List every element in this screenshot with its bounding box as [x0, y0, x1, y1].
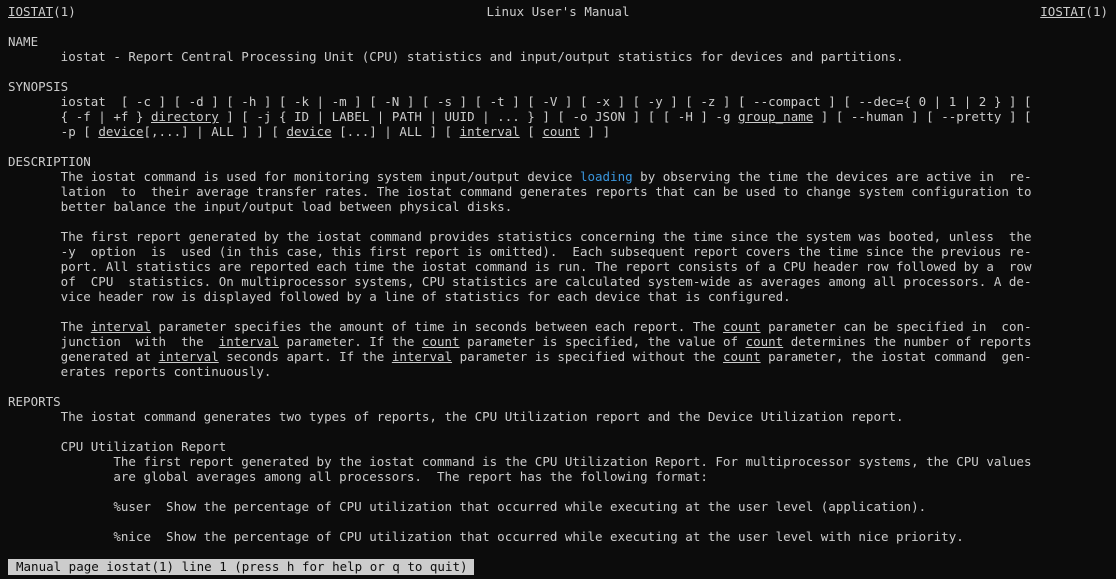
- man-line: SYNOPSIS: [8, 79, 1108, 94]
- man-line: CPU Utilization Report: [8, 439, 1108, 454]
- man-text: { -f | +f }: [8, 109, 151, 124]
- man-line: DESCRIPTION: [8, 154, 1108, 169]
- man-text: -p [: [8, 124, 99, 139]
- man-text: by observing the time the devices are ac…: [632, 169, 1032, 184]
- header-left: IOSTAT(1): [8, 4, 76, 19]
- man-argument: device: [286, 124, 332, 139]
- man-text: lation to their average transfer rates. …: [8, 184, 1032, 199]
- man-line: vice header row is displayed followed by…: [8, 289, 1108, 304]
- man-line: %nice Show the percentage of CPU utiliza…: [8, 529, 1108, 544]
- man-text: ] [ --human ] [ --pretty ] [: [813, 109, 1032, 124]
- man-text: ] [ -j { ID | LABEL | PATH | UUID | ... …: [218, 109, 739, 124]
- man-text: vice header row is displayed followed by…: [8, 289, 791, 304]
- man-line: [8, 214, 1108, 229]
- man-line: better balance the input/output load bet…: [8, 199, 1108, 214]
- man-text: iostat [ -c ] [ -d ] [ -h ] [ -k | -m ] …: [8, 94, 1032, 109]
- man-line: iostat - Report Central Processing Unit …: [8, 49, 1108, 64]
- man-line: [8, 379, 1108, 394]
- man-argument: count: [542, 124, 580, 139]
- man-page-content: NAME iostat - Report Central Processing …: [8, 34, 1108, 544]
- man-text: better balance the input/output load bet…: [8, 199, 513, 214]
- man-line: The iostat command is used for monitorin…: [8, 169, 1108, 184]
- man-line: generated at interval seconds apart. If …: [8, 349, 1108, 364]
- pager-status-line: Manual page iostat(1) line 1 (press h fo…: [8, 559, 474, 575]
- man-argument: directory: [151, 109, 219, 124]
- man-line: The interval parameter specifies the amo…: [8, 319, 1108, 334]
- man-argument: count: [722, 349, 761, 364]
- man-argument: interval: [90, 319, 152, 334]
- man-argument: interval: [158, 349, 219, 364]
- man-text: [,...] | ALL ] ] [: [143, 124, 287, 139]
- man-line: [8, 424, 1108, 439]
- man-line: [8, 304, 1108, 319]
- man-text: are global averages among all processors…: [8, 469, 708, 484]
- man-argument: group_name: [738, 109, 814, 124]
- man-line: -y option is used (in this case, this fi…: [8, 244, 1108, 259]
- man-line: -p [ device[,...] | ALL ] ] [ device [..…: [8, 124, 1108, 139]
- header-center: Linux User's Manual: [486, 4, 630, 19]
- man-text: generated at: [8, 349, 159, 364]
- highlighted-word: loading: [579, 169, 633, 184]
- man-text: The first report generated by the iostat…: [8, 454, 1032, 469]
- man-text: %nice Show the percentage of CPU utiliza…: [8, 529, 964, 544]
- man-text: %user Show the percentage of CPU utiliza…: [8, 499, 927, 514]
- man-text: parameter. If the: [278, 334, 422, 349]
- man-text: parameter can be specified in con-: [760, 319, 1032, 334]
- man-text: of CPU statistics. On multiprocessor sys…: [8, 274, 1032, 289]
- man-text: SYNOPSIS: [8, 79, 69, 94]
- man-line: port. All statistics are reported each t…: [8, 259, 1108, 274]
- man-text: parameter is specified, the value of: [459, 334, 746, 349]
- man-line: are global averages among all processors…: [8, 469, 1108, 484]
- man-line: %user Show the percentage of CPU utiliza…: [8, 499, 1108, 514]
- man-argument: count: [421, 334, 460, 349]
- man-text: DESCRIPTION: [8, 154, 91, 169]
- man-argument: count: [745, 334, 784, 349]
- man-line: iostat [ -c ] [ -d ] [ -h ] [ -k | -m ] …: [8, 94, 1108, 109]
- header-right: IOSTAT(1): [1040, 4, 1108, 19]
- man-text: determines the number of reports: [783, 334, 1032, 349]
- man-text: iostat - Report Central Processing Unit …: [8, 49, 904, 64]
- man-text: junction with the: [8, 334, 219, 349]
- man-line: { -f | +f } directory ] [ -j { ID | LABE…: [8, 109, 1108, 124]
- man-argument: interval: [218, 334, 279, 349]
- man-line: erates reports continuously.: [8, 364, 1108, 379]
- man-line: lation to their average transfer rates. …: [8, 184, 1108, 199]
- man-text: NAME: [8, 34, 39, 49]
- man-argument: device: [98, 124, 144, 139]
- man-line: of CPU statistics. On multiprocessor sys…: [8, 274, 1108, 289]
- man-text: parameter specifies the amount of time i…: [151, 319, 723, 334]
- man-page-header: IOSTAT(1) Linux User's Manual IOSTAT(1): [8, 4, 1108, 19]
- man-argument: interval: [391, 349, 453, 364]
- man-text: ] ]: [580, 124, 611, 139]
- man-line: REPORTS: [8, 394, 1108, 409]
- man-text: erates reports continuously.: [8, 364, 272, 379]
- man-line: [8, 139, 1108, 154]
- terminal-window[interactable]: IOSTAT(1) Linux User's Manual IOSTAT(1) …: [0, 0, 1116, 579]
- man-argument: interval: [459, 124, 520, 139]
- man-text: [...] | ALL ] [: [331, 124, 460, 139]
- man-text: parameter, the iostat command gen-: [760, 349, 1032, 364]
- man-line: The first report generated by the iostat…: [8, 229, 1108, 244]
- man-line: junction with the interval parameter. If…: [8, 334, 1108, 349]
- man-line: The iostat command generates two types o…: [8, 409, 1108, 424]
- man-text: The first report generated by the iostat…: [8, 229, 1032, 244]
- man-line: [8, 514, 1108, 529]
- man-line: NAME: [8, 34, 1108, 49]
- man-text: The iostat command generates two types o…: [8, 409, 904, 424]
- man-text: CPU Utilization Report: [8, 439, 227, 454]
- man-text: seconds apart. If the: [218, 349, 392, 364]
- man-text: The: [8, 319, 91, 334]
- man-line: [8, 64, 1108, 79]
- man-argument: count: [722, 319, 761, 334]
- man-text: The iostat command is used for monitorin…: [8, 169, 580, 184]
- man-line: [8, 484, 1108, 499]
- man-text: [: [519, 124, 543, 139]
- man-text: -y option is used (in this case, this fi…: [8, 244, 1032, 259]
- man-text: port. All statistics are reported each t…: [8, 259, 1032, 274]
- man-text: parameter is specified without the: [452, 349, 723, 364]
- man-text: REPORTS: [8, 394, 61, 409]
- man-line: The first report generated by the iostat…: [8, 454, 1108, 469]
